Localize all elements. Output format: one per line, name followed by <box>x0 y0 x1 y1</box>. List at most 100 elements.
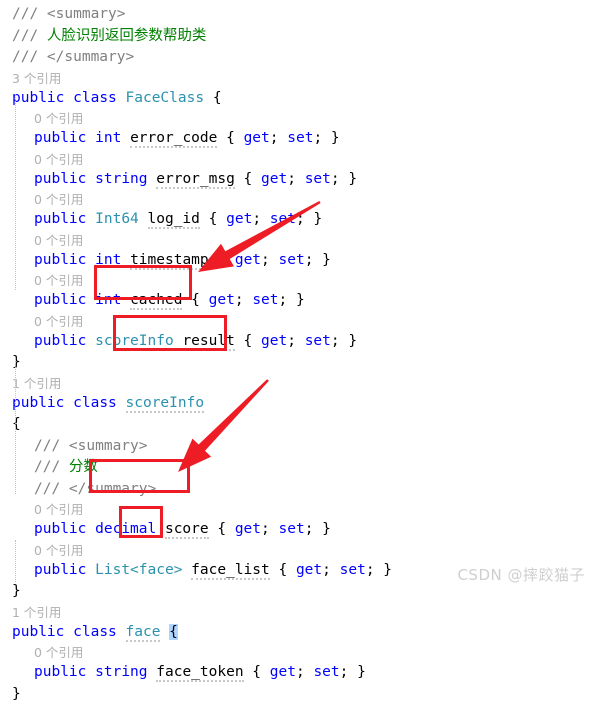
token: { <box>12 416 21 432</box>
token: public <box>34 562 86 578</box>
code-line: public int timestamp { get; set; } <box>0 250 597 272</box>
codelens-reference-count[interactable]: 3 个引用 <box>12 71 61 86</box>
token <box>86 664 95 680</box>
code-line: public int error_code { get; set; } <box>0 128 597 150</box>
code-editor[interactable]: /// <summary>/// 人脸识别返回参数帮助类/// </summar… <box>0 0 597 599</box>
token: ; <box>322 562 339 578</box>
token: get <box>226 211 252 227</box>
token: /// <box>12 28 47 44</box>
token: public <box>34 292 86 308</box>
codelens-line[interactable]: 1 个引用 <box>0 603 597 622</box>
token: set <box>279 521 305 537</box>
codelens-reference-count[interactable]: 0 个引用 <box>34 502 83 517</box>
token: } <box>12 354 21 370</box>
token: class <box>73 624 117 640</box>
codelens-line[interactable]: 0 个引用 <box>0 150 597 169</box>
token: ; <box>261 521 278 537</box>
token <box>86 252 95 268</box>
code-line: public class face { <box>0 622 597 644</box>
token: { <box>209 252 235 268</box>
codelens-reference-count[interactable]: 0 个引用 <box>34 273 83 288</box>
token: public <box>12 395 64 411</box>
token <box>86 521 95 537</box>
code-line: /// </summary> <box>0 479 597 501</box>
codelens-reference-count[interactable]: 0 个引用 <box>34 233 83 248</box>
token: get <box>296 562 322 578</box>
token: ; } <box>331 333 357 349</box>
codelens-reference-count[interactable]: 1 个引用 <box>12 376 61 391</box>
codelens-line[interactable]: 0 个引用 <box>0 643 597 662</box>
codelens-line[interactable]: 0 个引用 <box>0 271 597 290</box>
token: /// <box>34 459 69 475</box>
codelens-line[interactable]: 0 个引用 <box>0 190 597 209</box>
code-line: public int cached { get; set; } <box>0 290 597 312</box>
codelens-reference-count[interactable]: 0 个引用 <box>34 152 83 167</box>
codelens-line[interactable]: 0 个引用 <box>0 541 597 560</box>
codelens-line[interactable]: 1 个引用 <box>0 374 597 393</box>
token: /// <box>12 6 47 22</box>
token <box>121 292 130 308</box>
token <box>86 562 95 578</box>
token: scoreInfo <box>95 333 174 349</box>
token: { <box>235 171 261 187</box>
codelens-reference-count[interactable]: 0 个引用 <box>34 192 83 207</box>
token: get <box>235 521 261 537</box>
token: ; <box>235 292 252 308</box>
token: set <box>340 562 366 578</box>
token: } <box>12 686 21 702</box>
token: public <box>34 252 86 268</box>
token: get <box>209 292 235 308</box>
token: class <box>73 395 117 411</box>
indent-guide <box>15 540 16 582</box>
token: error_msg <box>156 171 235 189</box>
codelens-line[interactable]: 0 个引用 <box>0 109 597 128</box>
code-line: /// </summary> <box>0 47 597 69</box>
token: ; } <box>340 664 366 680</box>
token: </summary> <box>47 49 134 65</box>
token: /// <box>34 481 69 497</box>
codelens-line[interactable]: 3 个引用 <box>0 69 597 88</box>
token: public <box>34 171 86 187</box>
codelens-reference-count[interactable]: 0 个引用 <box>34 111 83 126</box>
code-line: public Int64 log_id { get; set; } <box>0 209 597 231</box>
token <box>64 624 73 640</box>
token: /// <box>12 49 47 65</box>
code-line: public string face_token { get; set; } <box>0 662 597 684</box>
token <box>117 90 126 106</box>
code-line: public decimal score { get; set; } <box>0 519 597 541</box>
code-line: /// 分数 <box>0 457 597 479</box>
token: ; } <box>305 521 331 537</box>
codelens-reference-count[interactable]: 0 个引用 <box>34 645 83 660</box>
code-line: } <box>0 352 597 374</box>
token: int <box>95 292 121 308</box>
codelens-line[interactable]: 0 个引用 <box>0 312 597 331</box>
code-line: public class FaceClass { <box>0 88 597 110</box>
codelens-line[interactable]: 0 个引用 <box>0 500 597 519</box>
token: get <box>261 171 287 187</box>
indent-guide <box>15 358 16 494</box>
token <box>117 624 126 640</box>
token <box>86 171 95 187</box>
indent-guide <box>15 94 16 290</box>
codelens-reference-count[interactable]: 0 个引用 <box>34 314 83 329</box>
token: ; } <box>279 292 305 308</box>
token <box>86 211 95 227</box>
token <box>156 521 165 537</box>
token <box>86 292 95 308</box>
token: set <box>287 130 313 146</box>
token <box>64 395 73 411</box>
token: public <box>12 624 64 640</box>
token: FaceClass <box>126 90 205 106</box>
token: set <box>270 211 296 227</box>
token: scoreInfo <box>126 395 205 413</box>
codelens-line[interactable]: 0 个引用 <box>0 231 597 250</box>
csdn-watermark: CSDN @摔跤猫子 <box>457 564 585 585</box>
codelens-reference-count[interactable]: 1 个引用 <box>12 605 61 620</box>
token: List<face> <box>95 562 182 578</box>
token: public <box>12 90 64 106</box>
code-line: /// 人脸识别返回参数帮助类 <box>0 26 597 48</box>
token <box>121 252 130 268</box>
codelens-reference-count[interactable]: 0 个引用 <box>34 543 83 558</box>
token: { <box>200 211 226 227</box>
token: ; <box>287 171 304 187</box>
